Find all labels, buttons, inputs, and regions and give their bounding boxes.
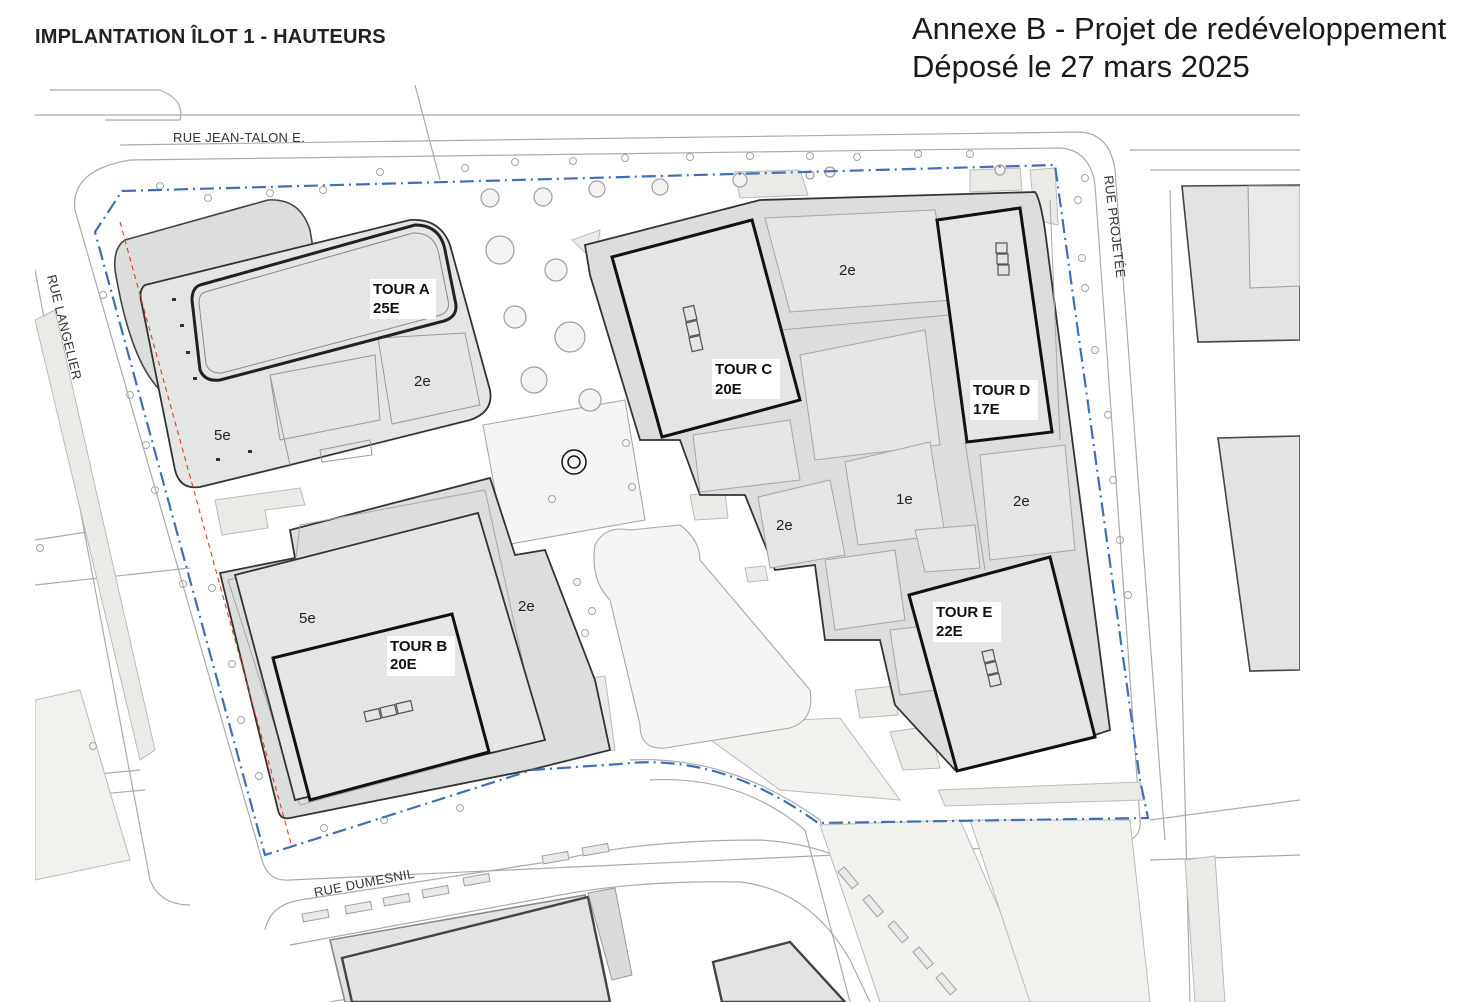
level-label: 1e bbox=[896, 491, 913, 508]
level-label: 2e bbox=[414, 373, 431, 390]
tower-d-name: TOUR D bbox=[973, 382, 1030, 399]
level-label: 2e bbox=[776, 517, 793, 534]
block-tour-a bbox=[113, 199, 492, 489]
tower-b-name: TOUR B bbox=[390, 638, 447, 655]
tower-a-name: TOUR A bbox=[373, 281, 430, 298]
site-plan: 2e 5e 5e 2e 2e 2e 1e 2e TOUR A 25E TOUR … bbox=[35, 85, 1300, 1002]
level-label: 5e bbox=[214, 427, 231, 444]
tower-a-height: 25E bbox=[373, 300, 400, 317]
tower-c-height: 20E bbox=[715, 381, 742, 398]
level-label: 5e bbox=[299, 610, 316, 627]
tower-d-height: 17E bbox=[973, 401, 1000, 418]
tower-e-height: 22E bbox=[936, 623, 963, 640]
tower-c-name: TOUR C bbox=[715, 361, 772, 378]
level-label: 2e bbox=[839, 262, 856, 279]
street-label-north: RUE JEAN-TALON E. bbox=[173, 130, 305, 145]
level-label: 2e bbox=[518, 598, 535, 615]
level-label: 2e bbox=[1013, 493, 1030, 510]
tower-e-name: TOUR E bbox=[936, 604, 992, 621]
street-label-east: RUE PROJETÉE bbox=[1101, 175, 1128, 279]
tower-b-height: 20E bbox=[390, 656, 417, 673]
